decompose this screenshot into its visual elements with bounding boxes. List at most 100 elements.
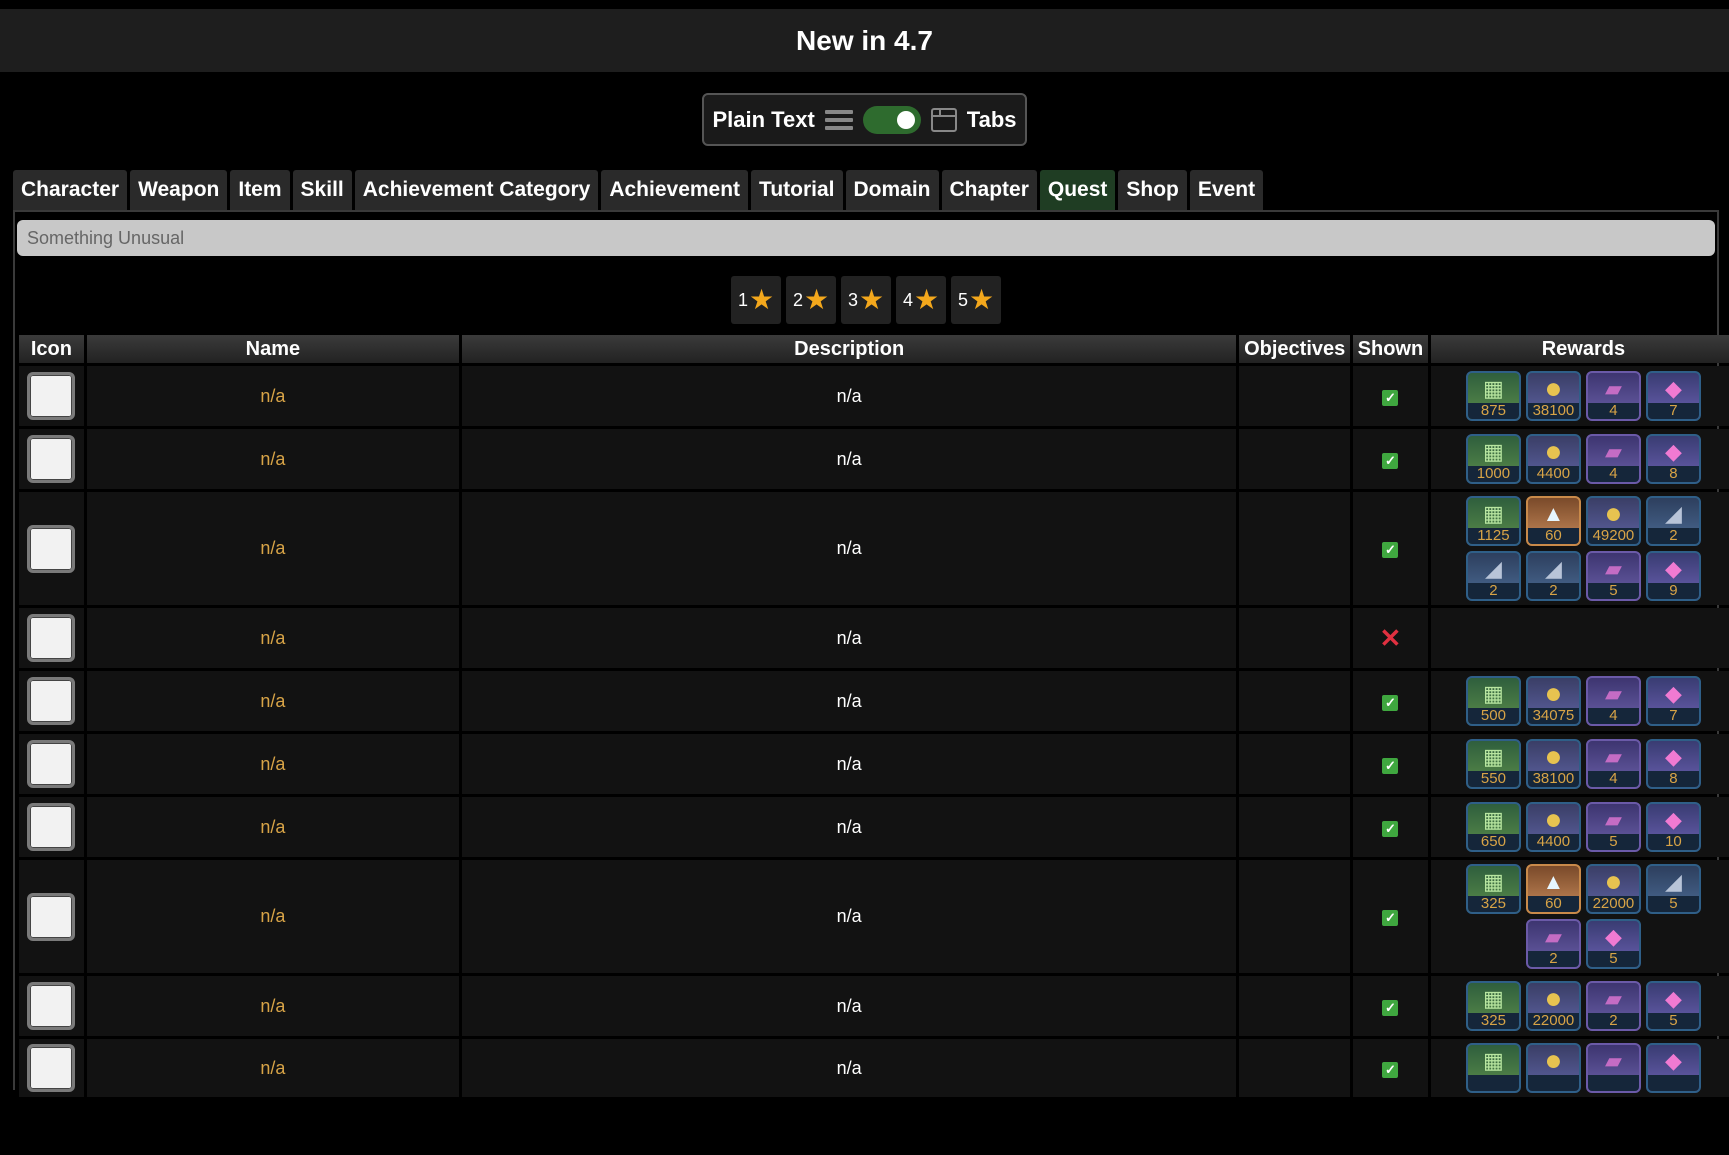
column-header-description[interactable]: Description bbox=[461, 335, 1237, 363]
exp-icon bbox=[1468, 804, 1519, 836]
reward-item[interactable]: 875 bbox=[1465, 371, 1521, 421]
reward-item[interactable]: 22000 bbox=[1525, 981, 1581, 1031]
reward-item[interactable] bbox=[1645, 1043, 1701, 1093]
quest-name[interactable]: n/a bbox=[86, 429, 459, 489]
quest-name[interactable]: n/a bbox=[86, 797, 459, 857]
reward-item[interactable]: 5 bbox=[1645, 864, 1701, 914]
reward-item[interactable]: 650 bbox=[1465, 802, 1521, 852]
quest-name[interactable]: n/a bbox=[86, 860, 459, 973]
reward-item[interactable] bbox=[1465, 1043, 1521, 1093]
table-row[interactable]: n/an/a✓1125604920022259 bbox=[19, 492, 1729, 605]
tabs-label: Tabs bbox=[966, 106, 1017, 132]
reward-item[interactable]: 60 bbox=[1525, 496, 1581, 546]
reward-item[interactable]: 1000 bbox=[1465, 434, 1521, 484]
reward-item[interactable]: 4 bbox=[1585, 371, 1641, 421]
mora-icon bbox=[1528, 436, 1579, 468]
reward-item[interactable]: 22000 bbox=[1585, 864, 1641, 914]
reward-item[interactable]: 7 bbox=[1645, 371, 1701, 421]
table-row[interactable]: n/a n/a ✕ bbox=[19, 608, 1729, 668]
column-header-shown[interactable]: Shown bbox=[1353, 335, 1428, 363]
tab-shop[interactable]: Shop bbox=[1118, 170, 1187, 210]
reward-item[interactable]: 4 bbox=[1585, 676, 1641, 726]
reward-item[interactable]: 8 bbox=[1645, 434, 1701, 484]
table-row[interactable]: n/an/a ✓ 875 38100 47 bbox=[19, 366, 1729, 426]
table-row[interactable]: n/an/a ✓ 500 34075 47 bbox=[19, 671, 1729, 731]
reward-item[interactable]: 325 bbox=[1465, 981, 1521, 1031]
column-header-name[interactable]: Name bbox=[86, 335, 459, 363]
quest-name[interactable]: n/a bbox=[86, 366, 459, 426]
tab-tutorial[interactable]: Tutorial bbox=[751, 170, 843, 210]
tab-chapter[interactable]: Chapter bbox=[941, 170, 1037, 210]
search-input[interactable] bbox=[17, 220, 1715, 256]
quest-name[interactable]: n/a bbox=[86, 1039, 459, 1097]
table-row[interactable]: n/an/a✓3256022000525 bbox=[19, 860, 1729, 973]
reward-item[interactable]: 9 bbox=[1645, 551, 1701, 601]
quest-icon bbox=[27, 677, 76, 725]
reward-item[interactable]: 2 bbox=[1525, 551, 1581, 601]
reward-item[interactable]: 5 bbox=[1585, 802, 1641, 852]
tab-character[interactable]: Character bbox=[13, 170, 128, 210]
reward-item[interactable]: 2 bbox=[1525, 919, 1581, 969]
star-filter-5-button[interactable]: 5 ★ bbox=[951, 276, 1001, 324]
tab-achievement-category[interactable]: Achievement Category bbox=[354, 170, 599, 210]
column-header-icon[interactable]: Icon bbox=[19, 335, 84, 363]
quest-objectives bbox=[1239, 429, 1350, 489]
tab-event[interactable]: Event bbox=[1189, 170, 1264, 210]
reward-item[interactable]: 38100 bbox=[1525, 371, 1581, 421]
tab-achievement[interactable]: Achievement bbox=[601, 170, 749, 210]
tab-skill[interactable]: Skill bbox=[292, 170, 352, 210]
table-row[interactable]: n/an/a ✓ 1000 4400 48 bbox=[19, 429, 1729, 489]
reward-item[interactable]: 325 bbox=[1465, 864, 1521, 914]
table-row[interactable]: n/an/a ✓ 325 22000 25 bbox=[19, 976, 1729, 1036]
reward-item[interactable]: 4 bbox=[1585, 739, 1641, 789]
quest-name[interactable]: n/a bbox=[86, 671, 459, 731]
table-row[interactable]: n/an/a ✓ 650 4400 5 10 bbox=[19, 797, 1729, 857]
reward-count: 500 bbox=[1467, 708, 1519, 724]
reward-item[interactable]: 1125 bbox=[1465, 496, 1521, 546]
reward-item[interactable]: 49200 bbox=[1585, 496, 1641, 546]
tab-weapon[interactable]: Weapon bbox=[130, 170, 228, 210]
star-filter-4-button[interactable]: 4 ★ bbox=[896, 276, 946, 324]
table-row[interactable]: n/a n/a ✓ bbox=[19, 1039, 1729, 1097]
reward-item[interactable]: 60 bbox=[1525, 864, 1581, 914]
reward-item[interactable]: 8 bbox=[1645, 739, 1701, 789]
tab-item[interactable]: Item bbox=[230, 170, 290, 210]
cross-icon: ✕ bbox=[1379, 622, 1402, 653]
column-header-rewards[interactable]: Rewards bbox=[1430, 335, 1729, 363]
table-row[interactable]: n/an/a ✓ 550 38100 48 bbox=[19, 734, 1729, 794]
reward-item[interactable]: 5 bbox=[1585, 919, 1641, 969]
reward-item[interactable]: 7 bbox=[1645, 676, 1701, 726]
reward-count: 650 bbox=[1467, 834, 1519, 850]
reward-item[interactable] bbox=[1525, 1043, 1581, 1093]
star-filter-3-button[interactable]: 3 ★ bbox=[841, 276, 891, 324]
reward-item[interactable]: 2 bbox=[1645, 496, 1701, 546]
reward-item[interactable]: 34075 bbox=[1525, 676, 1581, 726]
reward-item[interactable]: 10 bbox=[1645, 802, 1701, 852]
quest-description: n/a bbox=[461, 608, 1237, 668]
reward-item[interactable]: 5 bbox=[1645, 981, 1701, 1031]
tab-domain[interactable]: Domain bbox=[845, 170, 939, 210]
reward-item[interactable]: 500 bbox=[1465, 676, 1521, 726]
quest-name[interactable]: n/a bbox=[86, 734, 459, 794]
reward-item[interactable]: 38100 bbox=[1525, 739, 1581, 789]
column-header-objectives[interactable]: Objectives bbox=[1239, 335, 1350, 363]
quest-name[interactable]: n/a bbox=[86, 608, 459, 668]
star-filter-1-button[interactable]: 1 ★ bbox=[731, 276, 781, 324]
exp-icon bbox=[1468, 741, 1519, 773]
gem-icon bbox=[1648, 553, 1699, 585]
reward-item[interactable]: 4400 bbox=[1525, 434, 1581, 484]
reward-item[interactable]: 2 bbox=[1465, 551, 1521, 601]
reward-count: 60 bbox=[1527, 896, 1579, 912]
star-filter-2-button[interactable]: 2 ★ bbox=[786, 276, 836, 324]
reward-item[interactable]: 4400 bbox=[1525, 802, 1581, 852]
quest-name[interactable]: n/a bbox=[86, 976, 459, 1036]
quest-name[interactable]: n/a bbox=[86, 492, 459, 605]
reward-item[interactable] bbox=[1585, 1043, 1641, 1093]
view-mode-toggle[interactable]: Plain Text Tabs bbox=[702, 93, 1027, 146]
reward-item[interactable]: 2 bbox=[1585, 981, 1641, 1031]
reward-item[interactable]: 550 bbox=[1465, 739, 1521, 789]
reward-item[interactable]: 4 bbox=[1585, 434, 1641, 484]
reward-item[interactable]: 5 bbox=[1585, 551, 1641, 601]
view-mode-switch[interactable] bbox=[862, 105, 921, 134]
tab-quest[interactable]: Quest bbox=[1039, 170, 1116, 210]
